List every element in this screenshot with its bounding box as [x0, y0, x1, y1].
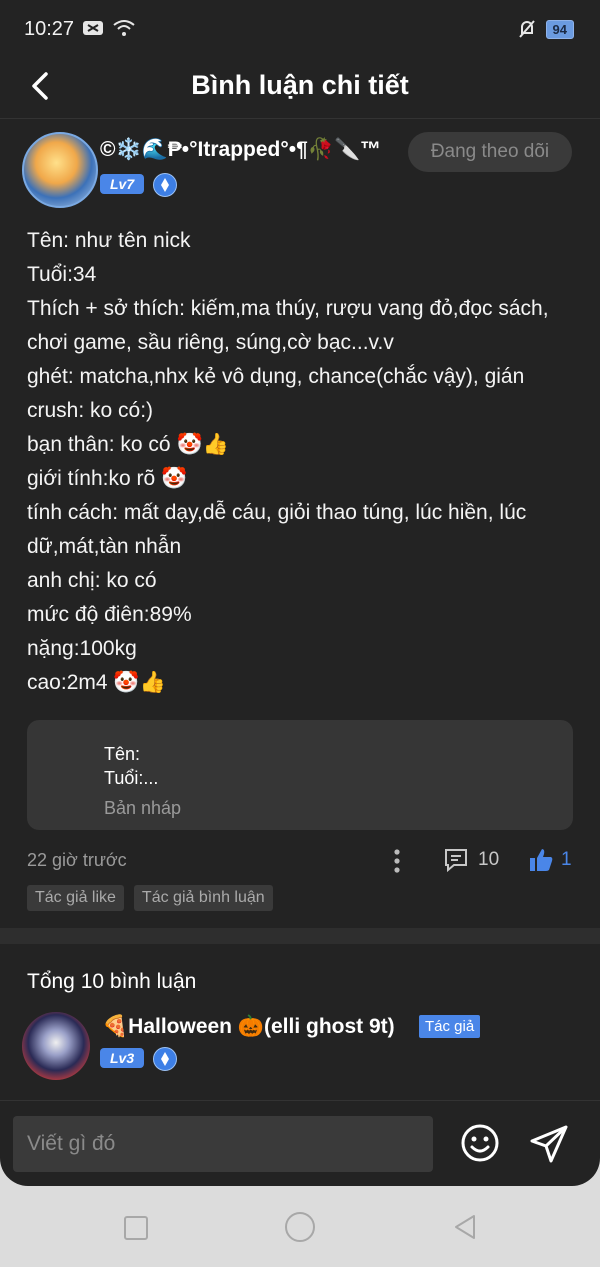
content-line: Tuổi:34 [27, 263, 97, 286]
status-time: 10:27 [24, 18, 75, 40]
home-icon[interactable] [285, 1212, 315, 1242]
tag-author-commented: Tác giả bình luận [133, 885, 273, 911]
tag-author-liked: Tác giả like [27, 885, 124, 911]
content-line: tính cách: mất dạy,dễ cáu, giỏi thao tún… [27, 501, 527, 558]
draft-label: Bản nháp [104, 798, 182, 818]
draft-line-name: Tên: [104, 744, 141, 764]
page-title: Bình luận chi tiết [191, 70, 409, 100]
status-bar: 10:27 94 [0, 0, 600, 58]
draft-thumbnail [40, 742, 90, 808]
emoji-icon[interactable] [460, 1123, 500, 1163]
like-button[interactable]: 1 [527, 846, 572, 874]
section-divider [0, 928, 600, 944]
author-name[interactable]: ©❄️🌊₱•°Itrapped°•¶🥀🔪™ [100, 138, 381, 162]
comment-total: Tổng 10 bình luận [27, 970, 197, 993]
post-content: Tên: như tên nick Tuổi:34 Thích + sở thí… [27, 224, 577, 700]
comment-count-button[interactable]: 10 [442, 846, 499, 874]
app-screen: 10:27 94 Bình luận chi tiết ©❄️🌊₱•°Itrap… [0, 0, 600, 1186]
content-line: cao:2m4 🤡👍 [27, 671, 166, 694]
content-line: ghét: matcha,nhx kẻ vô dụng, chance(chắc… [27, 365, 525, 388]
wifi-icon [113, 20, 135, 36]
follow-button[interactable]: Đang theo dõi [408, 132, 572, 172]
back-nav-icon[interactable] [450, 1212, 480, 1242]
author-avatar[interactable] [22, 132, 98, 208]
post-time: 22 giờ trước [27, 850, 127, 870]
comment-count: 10 [478, 849, 500, 870]
content-line: crush: ko có:) [27, 399, 154, 422]
content-line: Tên: như tên nick [27, 229, 191, 252]
comment-composer [0, 1100, 600, 1186]
more-options-icon[interactable] [393, 846, 401, 876]
verified-badge-icon [153, 1047, 177, 1071]
commenter-name[interactable]: 🍕Halloween 🎃(elli ghost 9t) [102, 1015, 395, 1039]
like-count: 1 [561, 849, 572, 870]
commenter-avatar[interactable] [22, 1012, 90, 1080]
draft-line-age: Tuổi:... [104, 768, 159, 788]
author-level-badge: Lv7 [100, 174, 145, 194]
author-tag: Tác giả [419, 1015, 481, 1038]
content-line: giới tính:ko rõ 🤡 [27, 467, 188, 490]
draft-card[interactable]: Tên: Tuổi:... Bản nháp [27, 720, 573, 830]
post-tags: Tác giả like Tác giả bình luận [27, 885, 273, 911]
top-app-bar: Bình luận chi tiết [0, 58, 600, 119]
notification-icon [83, 21, 103, 35]
recent-apps-icon[interactable] [124, 1216, 148, 1240]
content-line: bạn thân: ko có 🤡👍 [27, 433, 229, 456]
verified-badge-icon [153, 173, 177, 197]
commenter-level-badge: Lv3 [100, 1048, 145, 1068]
content-line: mức độ điên:89% [27, 603, 192, 626]
battery-indicator: 94 [545, 19, 574, 39]
bell-off-icon [518, 20, 535, 38]
content-line: nặng:100kg [27, 637, 137, 660]
content-line: Thích + sở thích: kiếm,ma thúy, rượu van… [27, 297, 549, 354]
send-icon[interactable] [528, 1123, 570, 1165]
thumbs-up-icon [530, 849, 553, 871]
comment-input[interactable] [13, 1116, 433, 1172]
status-right: 94 [518, 19, 574, 39]
post-meta: 22 giờ trước 10 1 [27, 846, 573, 876]
comment-icon [445, 849, 467, 873]
status-icons [82, 19, 136, 37]
post-author: ©❄️🌊₱•°Itrapped°•¶🥀🔪™ Lv7 Đang theo dõi [20, 130, 580, 210]
content-line: anh chị: ko có [27, 569, 157, 592]
